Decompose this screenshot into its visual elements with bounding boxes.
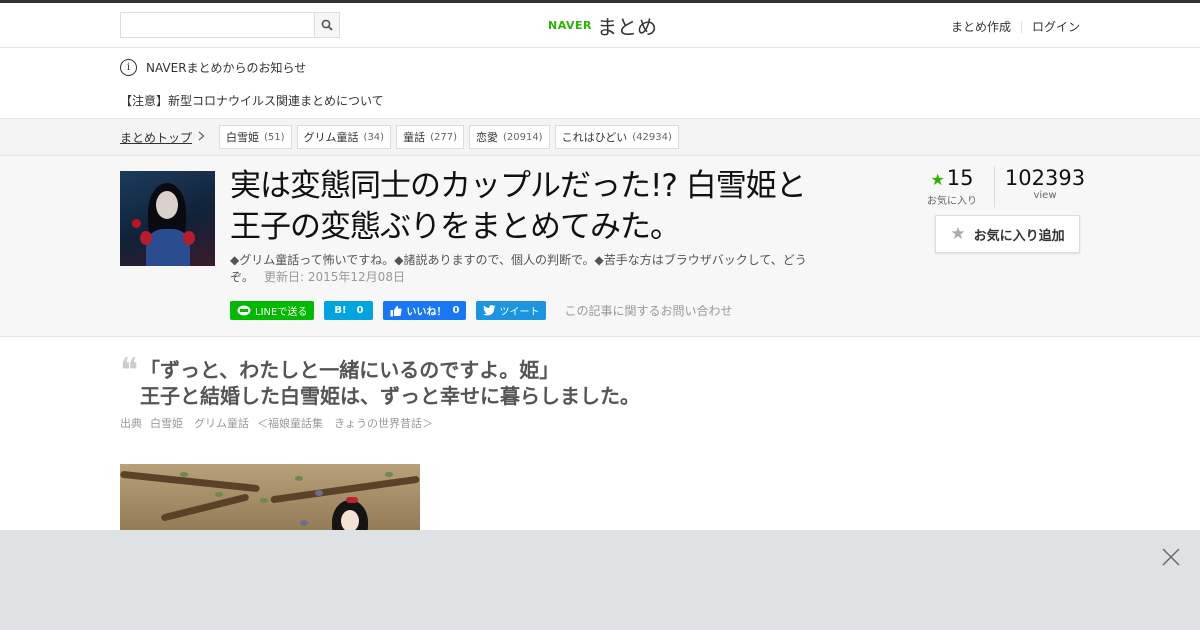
image-figure-bow [346,497,358,503]
article-description: ◆グリム童話って怖いですね。◆諸説ありますので、個人の判断で。◆苦手な方はブラウ… [230,252,825,286]
site-header: NAVER まとめ まとめ作成 ログイン [0,3,1200,48]
thumbnail-figure-face [156,191,178,219]
close-icon[interactable] [1162,548,1180,566]
star-outline-icon: ★ [950,224,966,244]
article-stats: ★15 お気に入り 102393 view [926,166,1095,207]
twitter-bird-icon [483,305,496,316]
facebook-like-label: いいね！ [406,307,447,318]
notice-section: i NAVERまとめからのお知らせ 【注意】新型コロナウイルス関連まとめについて [0,48,1200,118]
quote-source: 出典 白雪姫 グリム童話 ＜福娘童話集 きょうの世界昔話＞ [120,415,441,431]
tag-korehahidoi[interactable]: これはひどい (42934) [554,125,679,149]
source-link[interactable]: ＜福娘童話集 きょうの世界昔話＞ [257,417,433,430]
tag-douwa[interactable]: 童話 (277) [396,125,464,149]
tag-shirayukihime[interactable]: 白雪姫 (51) [219,125,292,149]
notice-link[interactable]: 【注意】新型コロナウイルス関連まとめについて [120,92,384,109]
image-leaf [260,498,268,503]
image-leaf [295,476,303,481]
star-icon: ★ [930,170,945,189]
image-branch [270,475,420,504]
bird-icon [300,520,308,526]
search-input[interactable] [121,13,319,35]
tag-label: 白雪姫 [226,131,260,144]
thumbnail-figure-sleeve [183,231,195,245]
create-matome-link[interactable]: まとめ作成 [951,18,1011,35]
ad-overlay [0,530,1200,630]
header-links: まとめ作成 ログイン [951,18,1080,35]
bird-icon [315,490,323,496]
favorites-stat: ★15 お気に入り [926,166,978,207]
image-branch [160,493,250,522]
tweet-button[interactable]: ツイート [476,301,547,320]
favorites-count-row: ★15 [926,166,978,192]
tag-count: (20914) [502,131,543,143]
image-figure-face [341,510,359,532]
add-favorite-button[interactable]: ★ お気に入り追加 [935,215,1080,253]
chevron-right-icon [198,130,205,144]
quote-block: ❝ 「ずっと、わたしと一緒にいるのですよ。姫」 王子と結婚した白雪姫は、ずっと幸… [120,351,820,409]
notice-title-row: i NAVERまとめからのお知らせ [120,59,306,76]
add-favorite-label: お気に入り追加 [973,228,1065,244]
tag-label: これはひどい [561,131,628,144]
tweet-label: ツイート [499,307,540,318]
site-logo[interactable]: NAVER まとめ [548,11,657,40]
logo-brand: NAVER [548,19,592,32]
apple-icon [132,219,141,228]
line-share-label: LINEで送る [255,307,308,318]
breadcrumb-top-link[interactable]: まとめトップ [120,129,192,146]
source-label: 出典 [120,417,142,430]
quote-line-2: 王子と結婚した白雪姫は、ずっと幸せに暮らしました。 [140,384,640,408]
source-link[interactable]: 白雪姫 グリム童話 [150,417,249,430]
article-thumbnail[interactable] [120,171,215,266]
tag-count: (277) [430,131,457,143]
share-buttons: LINEで送る B! 0 いいね！ 0 ツイート この記事に関するお問い合わせ [230,301,732,320]
hatena-count: 0 [356,305,364,316]
thumbs-up-icon [390,305,403,316]
article-title: 実は変態同士のカップルだった!? 白雪姫と王子の変態ぶりをまとめてみた。 [230,168,807,245]
hatena-icon: B! [334,305,347,316]
breadcrumb: まとめトップ 白雪姫 (51) グリム童話 (34) 童話 (277) 恋愛 (2091… [120,125,684,149]
header-divider [1020,20,1022,33]
info-icon: i [120,59,137,76]
tag-count: (42934) [632,131,672,143]
facebook-like-button[interactable]: いいね！ 0 [383,301,467,320]
facebook-like-count: 0 [452,305,460,316]
contact-link[interactable]: この記事に関するお問い合わせ [564,302,732,319]
quote-icon: ❝ [120,351,139,391]
logo-text: まとめ [596,15,657,39]
login-link[interactable]: ログイン [1032,18,1080,35]
updated-date: 更新日: 2015年12月08日 [264,270,405,284]
notice-title: NAVERまとめからのお知らせ [146,61,307,75]
search-icon [321,19,333,31]
breadcrumb-bar: まとめトップ 白雪姫 (51) グリム童話 (34) 童話 (277) 恋愛 (2091… [0,118,1200,156]
tag-grimm[interactable]: グリム童話 (34) [296,125,392,149]
search-button[interactable] [314,13,339,37]
tag-label: グリム童話 [303,131,359,144]
image-leaf [215,492,223,497]
quote-line-1: 「ずっと、わたしと一緒にいるのですよ。姫」 [140,358,560,382]
tag-renai[interactable]: 恋愛 (20914) [468,125,550,149]
line-share-button[interactable]: LINEで送る [230,301,315,320]
article-header: 実は変態同士のカップルだった!? 白雪姫と王子の変態ぶりをまとめてみた。 ◆グリ… [0,156,1200,337]
image-leaf [385,472,393,477]
tag-label: 恋愛 [475,131,498,144]
thumbnail-figure-sleeve [140,231,152,245]
search-box [120,12,340,38]
views-stat: 102393 view [994,166,1095,207]
image-leaf [180,472,188,477]
favorites-count: 15 [946,166,974,190]
line-icon [237,305,251,315]
views-label: view [1033,190,1057,201]
tag-count: (34) [363,131,385,143]
hatena-bookmark-button[interactable]: B! 0 [324,301,374,320]
favorites-label: お気に入り [927,196,977,207]
image-branch [120,470,260,493]
tag-count: (51) [264,131,285,143]
tag-label: 童話 [403,131,426,144]
views-count: 102393 [1004,166,1086,190]
